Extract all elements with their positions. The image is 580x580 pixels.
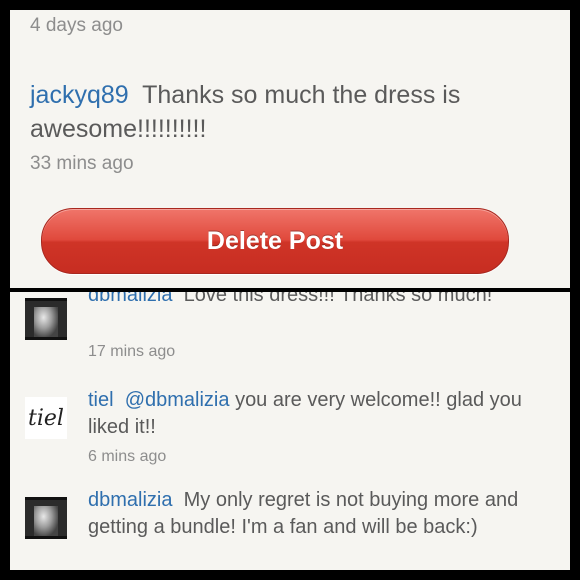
photo-avatar-icon [34, 307, 58, 337]
comment-username[interactable]: jackyq89 [30, 81, 129, 109]
delete-post-button[interactable]: Delete Post [41, 208, 509, 274]
comment-username[interactable]: tiel [88, 389, 114, 411]
user-avatar[interactable] [25, 298, 67, 340]
comment-body: dbmalizia My only regret is not buying m… [88, 487, 558, 541]
comment-timestamp: 6 mins ago [88, 448, 167, 465]
comment-mention[interactable]: @dbmalizia [125, 389, 230, 411]
comment-body: tiel @dbmalizia you are very welcome!! g… [88, 387, 558, 441]
comments-panel: dbmalizia Love this dress!!! Thanks so m… [10, 292, 570, 570]
comment-timestamp: 33 mins ago [30, 153, 134, 174]
comment-item: jackyq89 Thanks so much the dress is awe… [30, 78, 550, 146]
comment-timestamp: 17 mins ago [88, 343, 176, 360]
comment-username[interactable]: dbmalizia [88, 489, 172, 511]
top-panel: 4 days ago jackyq89 Thanks so much the d… [10, 10, 570, 288]
comment-text: Love this dress!!! Thanks so much! [183, 292, 493, 306]
photo-avatar-icon [34, 506, 58, 536]
previous-timestamp: 4 days ago [30, 15, 123, 36]
user-avatar[interactable] [25, 497, 67, 539]
user-avatar[interactable]: tiel [25, 397, 67, 439]
tiel-logo: tiel [28, 405, 64, 431]
comment-body: dbmalizia Love this dress!!! Thanks so m… [88, 292, 558, 309]
comment-username[interactable]: dbmalizia [88, 292, 172, 306]
